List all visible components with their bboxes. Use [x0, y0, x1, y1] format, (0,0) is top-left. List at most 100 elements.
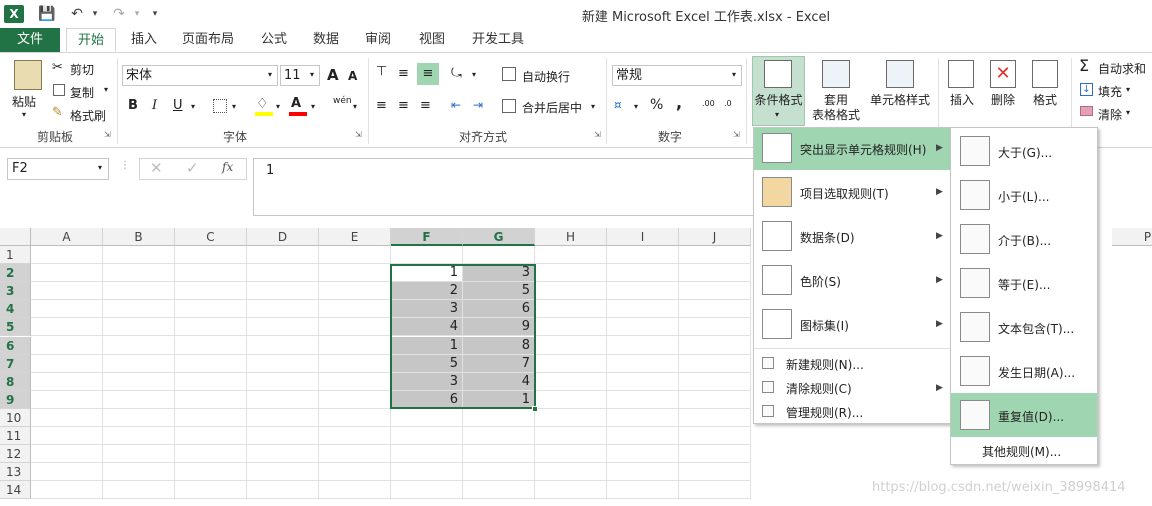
grid-cell[interactable] [535, 318, 607, 337]
grid-cell[interactable] [319, 445, 391, 464]
grid-cell[interactable] [103, 336, 175, 355]
grid-cell[interactable] [175, 354, 247, 373]
grid-cell[interactable] [31, 318, 103, 337]
enter-icon[interactable]: ✓ [186, 159, 199, 177]
submenu-label-greater-than[interactable]: 大于(G)... [998, 144, 1052, 161]
grid-cell[interactable] [247, 463, 319, 482]
italic-button[interactable]: I [152, 98, 157, 113]
column-header-c[interactable]: C [175, 228, 247, 246]
grid-cell[interactable] [175, 463, 247, 482]
grid-cell[interactable] [535, 372, 607, 391]
grid-cell[interactable] [31, 282, 103, 301]
menu-item-manage-rules[interactable]: 管理规则(R)... [786, 404, 863, 421]
format-cells-button[interactable]: 格式 [1027, 93, 1063, 108]
grid-cell[interactable] [679, 427, 751, 445]
grid-cell[interactable] [391, 481, 463, 500]
menu-label-color-scales[interactable]: 色阶(S) [800, 273, 841, 290]
grid-cell[interactable] [175, 336, 247, 355]
grid-cell[interactable] [679, 300, 751, 319]
grid-cell[interactable] [103, 318, 175, 337]
grid-cell[interactable] [679, 246, 751, 264]
align-middle-icon[interactable]: ≡ [398, 66, 409, 81]
column-header-g[interactable]: G [463, 228, 535, 246]
column-header-p[interactable]: P [1112, 228, 1152, 246]
grid-cell[interactable] [535, 282, 607, 301]
grid-cell[interactable] [679, 408, 751, 427]
grid-cell[interactable] [103, 246, 175, 264]
row-header-12[interactable]: 12 [0, 445, 31, 464]
grid-cell[interactable] [31, 246, 103, 264]
grid-cell[interactable] [103, 427, 175, 445]
grid-cell[interactable] [607, 372, 679, 391]
grid-cell[interactable] [679, 318, 751, 337]
grid-cell[interactable] [247, 390, 319, 409]
column-header-j[interactable]: J [679, 228, 751, 246]
fill-button[interactable]: 填充 [1098, 83, 1122, 100]
grid-cell[interactable] [175, 481, 247, 500]
grid-cell[interactable] [463, 445, 535, 464]
grid-cell[interactable] [607, 445, 679, 464]
number-format-dropdown-icon[interactable]: ▾ [732, 70, 736, 79]
grid-cell[interactable] [175, 445, 247, 464]
grid-cell[interactable] [247, 246, 319, 264]
grid-cell[interactable] [535, 445, 607, 464]
grid-cell[interactable] [247, 300, 319, 319]
paste-button[interactable]: 粘贴 [12, 93, 36, 110]
grid-cell[interactable]: 1 [463, 390, 535, 409]
percent-button[interactable]: % [650, 97, 663, 113]
phonetic-button[interactable]: wén [333, 96, 352, 106]
grid-cell[interactable] [391, 463, 463, 482]
grid-cell[interactable] [463, 481, 535, 500]
fill-dropdown-icon[interactable]: ▾ [1126, 85, 1130, 94]
menu-label-highlight-cells-rules[interactable]: 突出显示单元格规则(H) [800, 141, 926, 158]
grow-font-button[interactable]: A [327, 66, 339, 84]
table-format-button[interactable]: 套用 表格格式 [806, 93, 866, 123]
grid-cell[interactable] [535, 264, 607, 283]
grid-cell[interactable] [463, 408, 535, 427]
grid-cell[interactable] [391, 445, 463, 464]
grid-cell[interactable] [319, 427, 391, 445]
grid-cell[interactable] [319, 354, 391, 373]
grid-cell[interactable]: 3 [463, 264, 535, 283]
grid-cell[interactable] [31, 390, 103, 409]
merge-center-button[interactable]: 合并后居中 [522, 99, 582, 116]
row-header-10[interactable]: 10 [0, 408, 31, 427]
submenu-label-equal-to[interactable]: 等于(E)... [998, 276, 1050, 293]
row-header-1[interactable]: 1 [0, 246, 31, 264]
grid-cell[interactable]: 5 [391, 354, 463, 373]
grid-cell[interactable] [463, 246, 535, 264]
align-right-icon[interactable]: ≡ [420, 98, 431, 113]
increase-indent-icon[interactable]: ⇥ [473, 98, 483, 112]
copy-dropdown-icon[interactable]: ▾ [104, 85, 108, 94]
grid-cell[interactable] [463, 427, 535, 445]
tab-view[interactable]: 视图 [410, 28, 454, 52]
grid-cell[interactable] [103, 354, 175, 373]
grid-cell[interactable] [607, 481, 679, 500]
underline-button[interactable]: U [173, 98, 183, 113]
grid-cell[interactable] [607, 282, 679, 301]
row-header-7[interactable]: 7 [0, 354, 31, 373]
increase-decimal-icon[interactable]: .00 [702, 99, 715, 108]
orientation-icon[interactable]: ⤿ [451, 66, 462, 81]
align-left-icon[interactable]: ≡ [376, 98, 387, 113]
grid-cell[interactable]: 6 [463, 300, 535, 319]
tab-home[interactable]: 开始 [66, 28, 116, 52]
menu-label-top-bottom-rules[interactable]: 项目选取规则(T) [800, 185, 889, 202]
bold-button[interactable]: B [128, 98, 138, 113]
grid-cell[interactable] [679, 336, 751, 355]
grid-cell[interactable] [247, 354, 319, 373]
decrease-indent-icon[interactable]: ⇤ [451, 98, 461, 112]
grid-cell[interactable] [31, 445, 103, 464]
grid-cell[interactable]: 1 [391, 336, 463, 355]
grid-cell[interactable] [535, 354, 607, 373]
column-header-f[interactable]: F [391, 228, 463, 246]
grid-cell[interactable] [175, 390, 247, 409]
grid-cell[interactable] [535, 336, 607, 355]
grid-cell[interactable] [607, 354, 679, 373]
grid-cell[interactable] [463, 463, 535, 482]
grid-cell[interactable] [535, 427, 607, 445]
column-header-e[interactable]: E [319, 228, 391, 246]
grid-cell[interactable] [175, 318, 247, 337]
grid-cell[interactable] [31, 264, 103, 283]
row-header-2[interactable]: 2 [0, 264, 31, 283]
